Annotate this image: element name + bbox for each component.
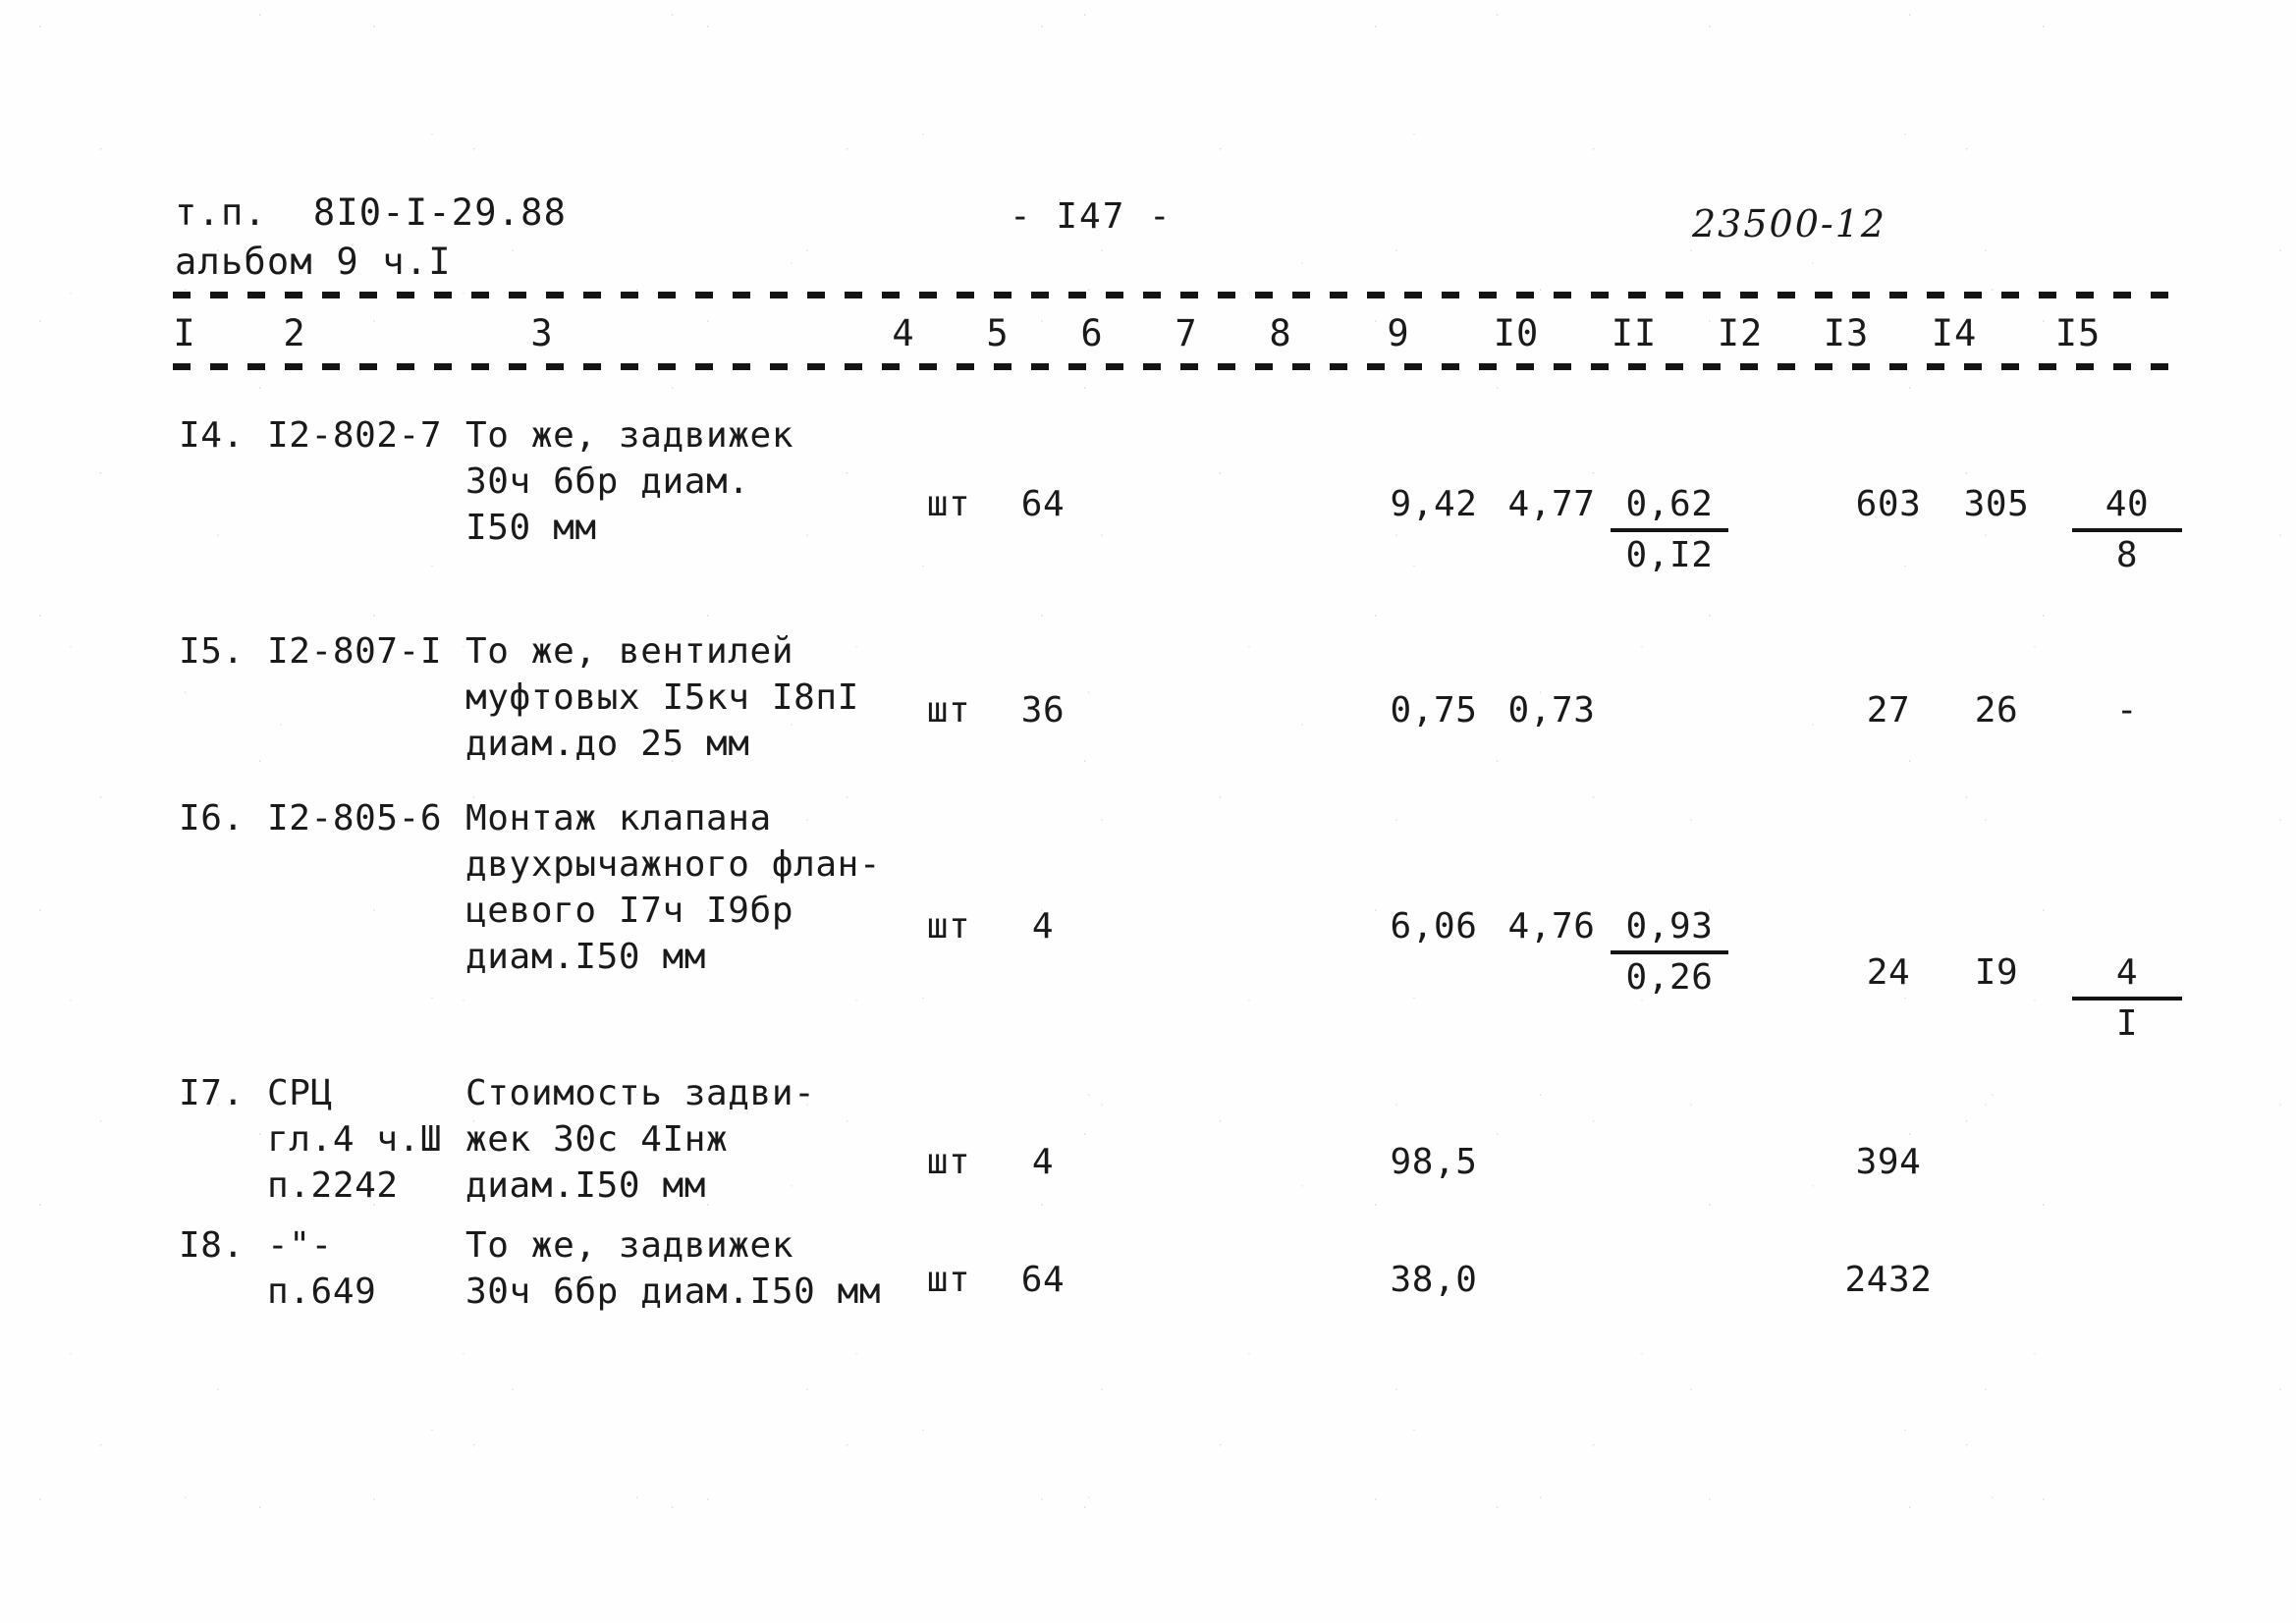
row-index: I5.	[179, 631, 245, 672]
column-header-I: I	[173, 312, 196, 354]
cell-col15-numerator: -	[2115, 690, 2139, 730]
column-header-7: 7	[1175, 312, 1198, 354]
cell-quantity: 64	[1020, 1260, 1066, 1300]
cell-col11-denominator: 0,I2	[1625, 535, 1714, 575]
column-header-5: 5	[986, 312, 1010, 354]
row-norm-code: СРЦ гл.4 ч.Ш п.2242	[267, 1073, 443, 1206]
cell-col9: 38,0	[1390, 1260, 1478, 1300]
cell-unit: шт	[926, 690, 971, 730]
column-header-I2: I2	[1717, 312, 1764, 354]
cell-col14: I9	[1974, 952, 2019, 993]
cell-col15-denominator: 8	[2115, 535, 2139, 575]
cell-col15-fraction: 40 8	[2072, 481, 2182, 578]
cell-col14: 305	[1963, 484, 2030, 524]
column-header-I0: I0	[1493, 312, 1540, 354]
cell-col13: 394	[1855, 1142, 1922, 1182]
cell-col9: 6,06	[1390, 906, 1478, 947]
cell-col15-fraction: -	[2072, 687, 2182, 733]
cell-col10: 0,73	[1507, 690, 1596, 730]
row-norm-code: I2-807-I	[267, 631, 443, 672]
column-header-2: 2	[283, 312, 306, 354]
document-header-left: т.п. 8I0-I-29.88 альбом 9 ч.I	[175, 189, 567, 287]
cell-col15-numerator: 4	[2072, 949, 2182, 1001]
page-number: - I47 -	[1010, 196, 1173, 237]
table-rule-bottom	[173, 363, 2184, 370]
project-code-line: т.п. 8I0-I-29.88	[175, 191, 567, 234]
column-header-8: 8	[1269, 312, 1292, 354]
cell-quantity: 36	[1020, 690, 1066, 730]
cell-col11-fraction: 0,93 0,26	[1611, 903, 1728, 1001]
row-index: I4.	[179, 415, 245, 456]
cell-unit: шт	[926, 906, 971, 947]
document-sheet: т.п. 8I0-I-29.88 альбом 9 ч.I - I47 - 23…	[0, 0, 2296, 1623]
cell-unit: шт	[926, 1142, 971, 1182]
row-norm-code: -"- п.649	[267, 1225, 377, 1312]
cell-col13: 603	[1855, 484, 1922, 524]
cell-col15-numerator: 40	[2072, 481, 2182, 532]
cell-col15-fraction: 4I	[2072, 949, 2182, 1047]
cell-col13: 24	[1866, 952, 1911, 993]
row-index: I8.	[179, 1225, 245, 1266]
cell-col13: 27	[1866, 690, 1911, 730]
cell-col9: 9,42	[1390, 484, 1478, 524]
column-header-I5: I5	[2054, 312, 2102, 354]
cell-col11-numerator: 0,62	[1611, 481, 1728, 532]
cell-col11-numerator: 0,93	[1611, 903, 1728, 954]
cell-quantity: 4	[1031, 1142, 1055, 1182]
row-index: I7.	[179, 1073, 245, 1113]
row-description: Стоимость задви- жек 30с 4Iнж диам.I50 м…	[465, 1073, 816, 1206]
sheet-code-stamp: 23500-12	[1692, 202, 1887, 245]
column-header-4: 4	[892, 312, 915, 354]
column-header-3: 3	[530, 312, 554, 354]
row-norm-code: I2-805-6	[267, 798, 443, 839]
row-description: То же, задвижек 30ч 6бр диам. I50 мм	[465, 415, 794, 548]
cell-unit: шт	[926, 484, 971, 524]
cell-col11-fraction: 0,62 0,I2	[1611, 481, 1728, 578]
project-code-value: 8I0-I-29.88	[312, 191, 568, 234]
project-code-label: т.п.	[175, 191, 267, 234]
cell-col10: 4,76	[1507, 906, 1596, 947]
cell-col11-denominator: 0,26	[1625, 957, 1714, 998]
table-rule-top	[173, 292, 2184, 298]
row-description: То же, задвижек 30ч 6бр диам.I50 мм	[465, 1225, 882, 1312]
column-header-9: 9	[1387, 312, 1410, 354]
album-line: альбом 9 ч.I	[175, 241, 452, 283]
cell-col9: 0,75	[1390, 690, 1478, 730]
table-column-headers: I 2 3 4 5 6 7 8 9 I0 II I2 I3 I4 I5	[0, 312, 2296, 357]
row-description: Монтаж клапана двухрычажного флан- цевог…	[465, 798, 882, 977]
cell-col9: 98,5	[1390, 1142, 1478, 1182]
column-header-I3: I3	[1823, 312, 1870, 354]
cell-quantity: 64	[1020, 484, 1066, 524]
cell-unit: шт	[926, 1260, 971, 1300]
cell-quantity: 4	[1031, 906, 1055, 947]
cell-col15-denominator: I	[2115, 1003, 2139, 1044]
row-description: То же, вентилей муфтовых I5кч I8пI диам.…	[465, 631, 859, 764]
cell-col14: 26	[1974, 690, 2019, 730]
column-header-I4: I4	[1931, 312, 1978, 354]
cell-col13: 2432	[1844, 1260, 1933, 1300]
cell-col10: 4,77	[1507, 484, 1596, 524]
column-header-II: II	[1611, 312, 1658, 354]
row-index: I6.	[179, 798, 245, 839]
column-header-6: 6	[1080, 312, 1104, 354]
row-norm-code: I2-802-7	[267, 415, 443, 456]
scanned-document-page: т.п. 8I0-I-29.88 альбом 9 ч.I - I47 - 23…	[0, 0, 2296, 1623]
